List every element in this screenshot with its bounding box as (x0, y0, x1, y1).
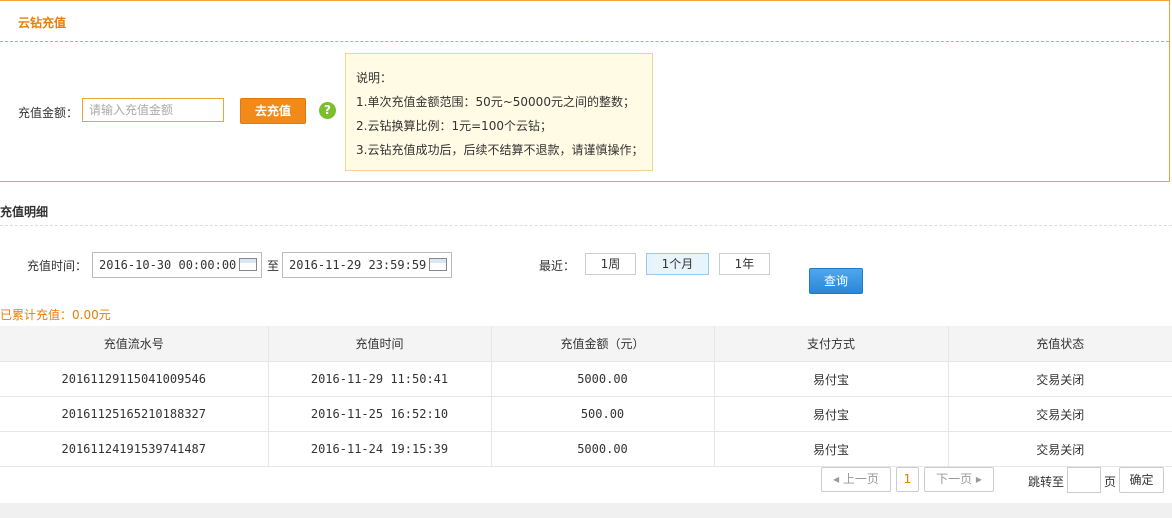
panel-title: 云钻充值 (18, 16, 67, 30)
table-row: 20161124191539741487 2016-11-24 19:15:39… (0, 431, 1172, 467)
column-header: 充值时间 (268, 326, 492, 362)
column-header: 充值金额（元） (491, 326, 715, 362)
amount-cell: 500.00 (491, 396, 715, 432)
recharge-button[interactable]: 去充值 (240, 98, 306, 124)
jump-label: 跳转至 (1028, 475, 1065, 489)
payment-cell: 易付宝 (714, 361, 949, 397)
range-week-button[interactable]: 1周 (585, 253, 636, 275)
prev-page-label: 上一页 (842, 472, 879, 486)
help-icon[interactable]: ? (319, 102, 336, 119)
recent-label: 最近： (539, 259, 576, 273)
range-year-button[interactable]: 1年 (719, 253, 770, 275)
status-cell: 交易关闭 (948, 361, 1172, 397)
prev-page-button[interactable]: ◂ 上一页 (821, 467, 891, 492)
time-cell: 2016-11-25 16:52:10 (268, 396, 492, 432)
payment-cell: 易付宝 (714, 396, 949, 432)
column-header: 充值状态 (948, 326, 1172, 362)
payment-cell: 易付宝 (714, 431, 949, 467)
amount-cell: 5000.00 (491, 361, 715, 397)
table-header-row: 充值流水号 充值时间 充值金额（元） 支付方式 充值状态 (0, 326, 1172, 362)
time-cell: 2016-11-24 19:15:39 (268, 431, 492, 467)
chevron-left-icon: ◂ (833, 472, 840, 486)
status-cell: 交易关闭 (948, 431, 1172, 467)
end-date-value: 2016-11-29 23:59:59 (289, 258, 427, 272)
start-date-value: 2016-10-30 00:00:00 (99, 258, 237, 272)
jump-page-input[interactable] (1067, 467, 1101, 493)
table-row: 20161129115041009546 2016-11-29 11:50:41… (0, 361, 1172, 397)
start-date-field[interactable]: 2016-10-30 00:00:00 (92, 252, 262, 278)
calendar-icon[interactable] (429, 258, 447, 271)
column-header: 支付方式 (714, 326, 949, 362)
amount-cell: 5000.00 (491, 431, 715, 467)
next-page-label: 下一页 (936, 472, 973, 486)
page-number-button[interactable]: 1 (896, 467, 919, 492)
calendar-icon[interactable] (239, 258, 257, 271)
notes-line: 3.云钻充值成功后，后续不结算不退款，请谨慎操作； (356, 143, 644, 157)
notes-heading: 说明： (356, 71, 393, 85)
page-unit-label: 页 (1104, 475, 1117, 489)
records-table: 充值流水号 充值时间 充值金额（元） 支付方式 充值状态 20161129115… (0, 326, 1172, 467)
notes-line: 1.单次充值金额范围：50元~50000元之间的整数； (356, 95, 635, 109)
range-month-button[interactable]: 1个月 (646, 253, 709, 275)
notes-box: 说明： 1.单次充值金额范围：50元~50000元之间的整数； 2.云钻换算比例… (345, 53, 653, 171)
serial-cell: 20161129115041009546 (0, 361, 269, 397)
column-header: 充值流水号 (0, 326, 269, 362)
chevron-right-icon: ▸ (975, 472, 982, 486)
panel-header: 云钻充值 (0, 1, 1169, 42)
confirm-jump-button[interactable]: 确定 (1119, 467, 1164, 493)
serial-cell: 20161125165210188327 (0, 396, 269, 432)
query-button[interactable]: 查询 (809, 268, 863, 294)
details-title: 充值明细 (0, 205, 49, 219)
time-label: 充值时间： (27, 259, 88, 273)
notes-line: 2.云钻换算比例：1元=100个云钻； (356, 119, 553, 133)
amount-input[interactable] (82, 98, 224, 122)
section-divider (0, 225, 1172, 226)
amount-label: 充值金额： (18, 106, 79, 120)
table-row: 20161125165210188327 2016-11-25 16:52:10… (0, 396, 1172, 432)
serial-cell: 20161124191539741487 (0, 431, 269, 467)
end-date-field[interactable]: 2016-11-29 23:59:59 (282, 252, 452, 278)
footer-bar (0, 503, 1172, 518)
next-page-button[interactable]: 下一页 ▸ (924, 467, 994, 492)
total-recharged: 已累计充值：0.00元 (0, 308, 111, 322)
time-cell: 2016-11-29 11:50:41 (268, 361, 492, 397)
status-cell: 交易关闭 (948, 396, 1172, 432)
to-label: 至 (267, 259, 280, 273)
